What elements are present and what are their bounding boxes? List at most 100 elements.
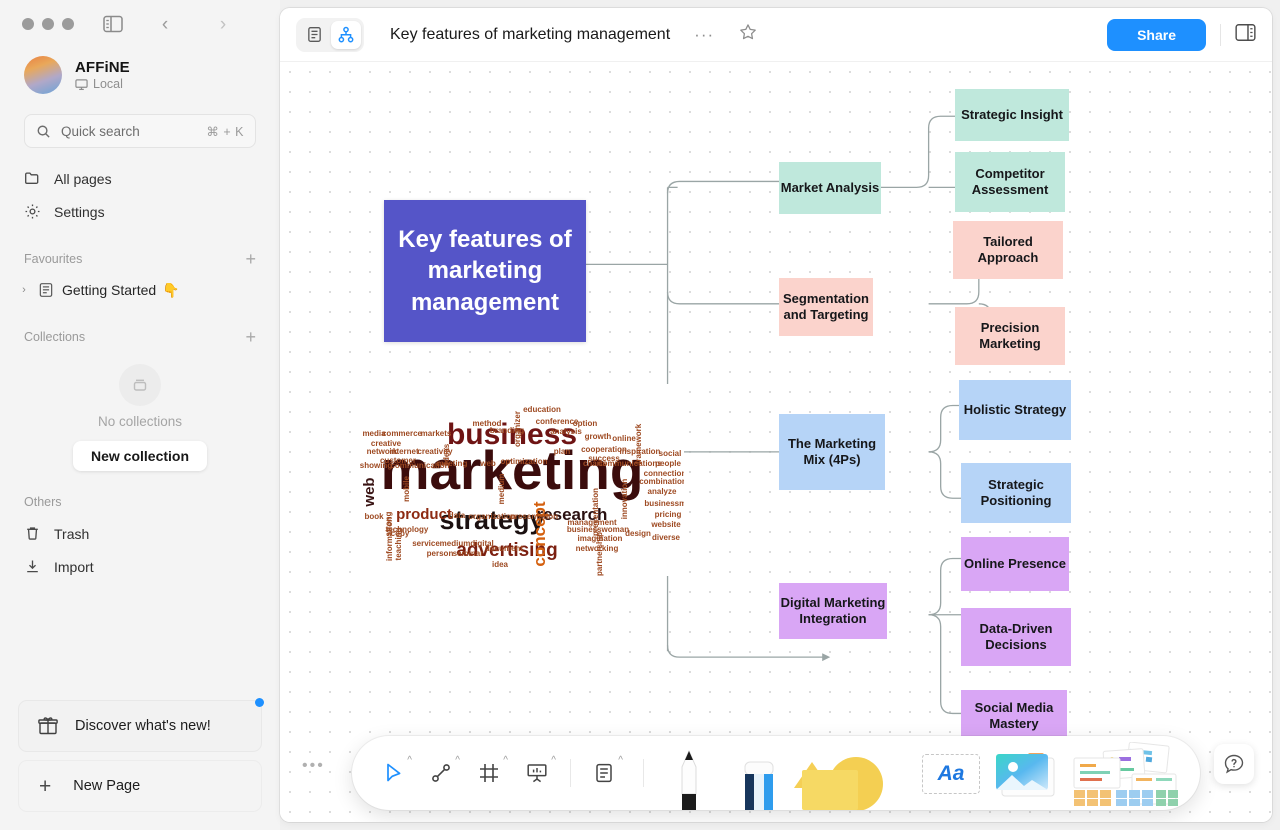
mindmap-root-node[interactable]: Key features of marketing management	[384, 200, 586, 342]
nav-forward-button[interactable]: ›	[216, 15, 230, 34]
folder-icon	[25, 172, 39, 184]
mindmap-leaf-node-online-presence[interactable]: Online Presence	[961, 537, 1069, 591]
more-options-button[interactable]: ···	[694, 26, 714, 43]
sidebar-item-settings[interactable]: Settings	[12, 195, 268, 228]
sidebar-item-trash[interactable]: Trash	[12, 517, 268, 550]
cursor-arrow-icon	[387, 763, 401, 782]
shapes-icon	[794, 757, 883, 811]
share-button[interactable]: Share	[1107, 18, 1206, 51]
template-tool-button[interactable]	[1072, 741, 1180, 808]
svg-text:internet: internet	[389, 447, 419, 456]
edgeless-mode-button[interactable]	[331, 20, 361, 49]
svg-text:medium: medium	[440, 539, 471, 548]
text-tool-button[interactable]: Aa	[922, 754, 980, 794]
canvas-menu-button[interactable]: •••	[302, 758, 325, 774]
favorite-star-button[interactable]	[738, 22, 758, 47]
frame-tool-button[interactable]: ^	[468, 750, 510, 796]
toolbar-divider	[570, 759, 571, 787]
new-collection-button[interactable]: New collection	[72, 441, 208, 471]
sidebar-item-import[interactable]: Import	[12, 550, 268, 583]
sidebar-item-all-pages[interactable]: All pages	[12, 162, 268, 195]
header-divider	[1220, 23, 1221, 46]
header-actions: Share	[1107, 18, 1256, 51]
editor-mode-switch	[296, 17, 364, 52]
image-tool-button[interactable]	[994, 748, 1058, 800]
svg-text:businessman: businessman	[644, 499, 684, 508]
collections-empty-state: No collections New collection	[0, 364, 280, 471]
nav-back-button[interactable]: ‹	[158, 15, 172, 34]
presentation-icon	[527, 764, 547, 783]
svg-text:education: education	[523, 405, 561, 414]
main-area: Key features of marketing management ···…	[280, 0, 1280, 830]
mindmap-leaf-node-strategic-positioning[interactable]: Strategic Positioning	[961, 463, 1071, 523]
note-tool-button[interactable]: ^	[583, 750, 625, 796]
doc-icon	[39, 283, 53, 297]
sidebar-toggle-icon[interactable]	[102, 13, 124, 35]
mindmap-leaf-node-holistic-strategy[interactable]: Holistic Strategy	[959, 380, 1071, 440]
svg-text:book: book	[364, 512, 384, 521]
sidebar-item-label: Settings	[54, 203, 105, 220]
edgeless-toolbar: ^ ^ ^ ^ ^ Aa	[352, 736, 1200, 811]
page-mode-icon	[307, 27, 321, 42]
wordcloud-svg: marketing business strategy advertising …	[352, 384, 696, 576]
mindmap-node-label: The Marketing Mix (4Ps)	[787, 435, 877, 467]
svg-text:seminar: seminar	[453, 549, 484, 558]
connector-tool-button[interactable]: ^	[420, 750, 462, 796]
eraser-tool-button[interactable]	[730, 736, 776, 810]
svg-text:organizer: organizer	[513, 411, 522, 447]
add-favourite-button[interactable]: +	[245, 250, 256, 268]
svg-text:presentation: presentation	[591, 488, 600, 536]
mindmap-leaf-node-strategic-insight[interactable]: Strategic Insight	[955, 89, 1069, 141]
import-icon	[27, 560, 38, 573]
select-tool-button[interactable]: ^	[372, 750, 414, 796]
minimize-window-button[interactable]	[42, 18, 54, 30]
workspace-sync-status: Local	[75, 77, 130, 91]
svg-text:web: web	[479, 459, 496, 468]
svg-text:partnership: partnership	[595, 532, 604, 576]
mindmap-branch-node-marketing-mix[interactable]: The Marketing Mix (4Ps)	[779, 414, 885, 490]
wordcloud-image[interactable]: marketing business strategy advertising …	[352, 384, 696, 576]
svg-text:analyze: analyze	[648, 487, 677, 496]
svg-text:organization: organization	[468, 512, 516, 521]
workspace-selector[interactable]: AFFiNE Local	[0, 48, 280, 98]
pen-tool-button[interactable]	[662, 736, 716, 810]
svg-text:data: data	[449, 511, 466, 520]
mindmap-branch-node-digital-marketing[interactable]: Digital Marketing Integration	[779, 583, 887, 639]
shape-tool-button[interactable]	[790, 736, 908, 811]
mindmap-node-label: Social Media Mastery	[974, 700, 1054, 732]
close-window-button[interactable]	[22, 18, 34, 30]
maximize-window-button[interactable]	[62, 18, 74, 30]
present-tool-button[interactable]: ^	[516, 750, 558, 796]
mindmap-node-label: Strategic Insight	[961, 106, 1063, 122]
help-button[interactable]	[1214, 744, 1254, 784]
chevron-up-icon: ^	[618, 755, 623, 766]
svg-text:markets: markets	[421, 429, 452, 438]
search-input[interactable]: Quick search ⌘ + K	[24, 114, 256, 148]
mindmap-branch-node-market-analysis[interactable]: Market Analysis	[779, 162, 881, 214]
gift-icon	[38, 717, 58, 735]
sidebar-item-getting-started[interactable]: › Getting Started 👇	[12, 274, 268, 306]
svg-text:optimization: optimization	[500, 457, 547, 466]
svg-text:website: website	[650, 520, 681, 529]
add-collection-button[interactable]: +	[245, 328, 256, 346]
sidebar-footer: Discover what's new! + New Page	[0, 698, 280, 830]
mindmap-branch-node-segmentation[interactable]: Segmentation and Targeting	[779, 278, 873, 336]
traffic-lights[interactable]	[22, 18, 74, 30]
edgeless-mode-icon	[338, 26, 354, 42]
eraser-icon	[744, 761, 774, 810]
discover-whats-new-button[interactable]: Discover what's new!	[18, 698, 264, 752]
svg-text:medium: medium	[497, 474, 506, 505]
others-nav: Trash Import	[0, 517, 280, 583]
mindmap-leaf-node-tailored-approach[interactable]: Tailored Approach	[953, 221, 1063, 279]
svg-text:analysis: analysis	[550, 427, 582, 436]
mindmap-leaf-node-data-driven-decisions[interactable]: Data-Driven Decisions	[961, 608, 1071, 666]
favourites-title: Favourites	[24, 252, 83, 266]
mindmap-leaf-node-precision-marketing[interactable]: Precision Marketing	[955, 307, 1065, 365]
edgeless-canvas[interactable]: Key features of marketing management Mar…	[280, 62, 1272, 822]
mindmap-leaf-node-competitor-assessment[interactable]: Competitor Assessment	[955, 152, 1065, 212]
page-title[interactable]: Key features of marketing management	[390, 26, 670, 44]
page-mode-button[interactable]	[299, 21, 329, 49]
new-page-button[interactable]: + New Page	[18, 760, 262, 812]
chevron-right-icon[interactable]: ›	[18, 284, 30, 296]
right-sidebar-toggle-button[interactable]	[1235, 23, 1256, 47]
